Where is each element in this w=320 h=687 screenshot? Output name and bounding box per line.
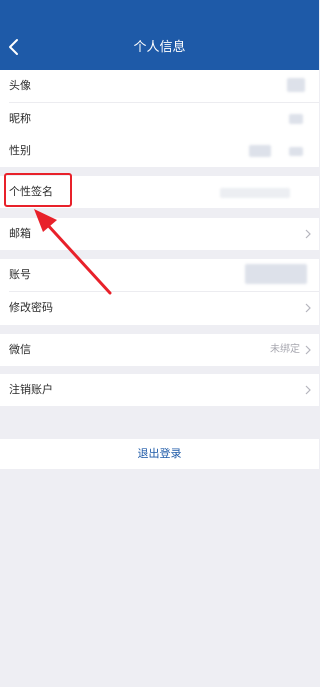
account-value — [245, 264, 307, 284]
page-title: 个人信息 — [133, 40, 186, 55]
email-row[interactable]: 邮箱 — [0, 218, 319, 250]
change-password-row[interactable]: 修改密码 — [0, 292, 319, 324]
account-group: 账号 修改密码 — [0, 259, 319, 325]
gender-label: 性别 — [9, 144, 31, 157]
account-label: 账号 — [9, 268, 31, 281]
nickname-label: 昵称 — [9, 112, 31, 125]
wechat-label: 微信 — [9, 343, 31, 356]
profile-group: 头像 昵称 性别 — [0, 70, 319, 167]
avatar — [287, 78, 305, 92]
deactivate-account-row[interactable]: 注销账户 — [0, 374, 319, 406]
account-row[interactable]: 账号 — [0, 259, 319, 291]
chevron-right-icon — [305, 385, 311, 395]
chevron-right-icon — [305, 345, 311, 355]
chevron-right-icon — [305, 303, 311, 313]
deactivate-account-label: 注销账户 — [9, 383, 53, 396]
gender-value — [249, 145, 271, 157]
gender-value-extra — [289, 147, 303, 156]
change-password-label: 修改密码 — [9, 301, 53, 314]
gender-row[interactable]: 性别 — [0, 135, 319, 167]
email-label: 邮箱 — [9, 227, 31, 240]
chevron-right-icon — [305, 229, 311, 239]
personal-info-page: 个人信息 头像 昵称 性别 个性签名 邮箱 账号 修改密码 微信 未绑定 注销账… — [0, 0, 319, 687]
wechat-row[interactable]: 微信 未绑定 — [0, 334, 319, 366]
avatar-label: 头像 — [9, 79, 31, 92]
avatar-row[interactable]: 头像 — [0, 70, 319, 102]
wechat-status: 未绑定 — [270, 344, 300, 355]
signature-value — [220, 188, 290, 198]
logout-button[interactable]: 退出登录 — [0, 439, 319, 469]
logout-label: 退出登录 — [137, 447, 182, 460]
nickname-value — [289, 114, 303, 124]
nickname-row[interactable]: 昵称 — [0, 103, 319, 135]
app-header: 个人信息 — [0, 0, 319, 70]
signature-highlight-box — [4, 173, 72, 207]
